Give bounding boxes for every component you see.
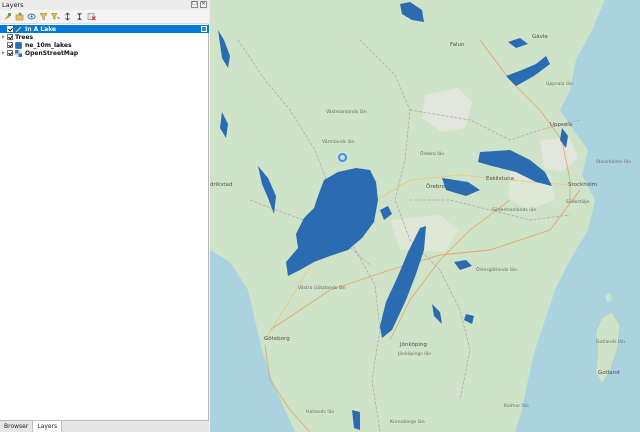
lake (380, 206, 392, 220)
layer-label: ne_10m_lakes (25, 41, 72, 49)
lake (220, 112, 228, 138)
lake (432, 304, 442, 324)
place-label: Gotland (598, 370, 620, 376)
layer-row-openstreetmap[interactable]: ▸ OpenStreetMap (0, 49, 209, 57)
lake (352, 410, 360, 430)
place-label: Södertälje (566, 200, 590, 205)
place-label: Örebro (426, 184, 445, 190)
lake (218, 30, 230, 68)
place-label: Värmlands län (322, 140, 355, 145)
float-panel-button[interactable]: ☐ (191, 1, 198, 8)
layer-row-trees[interactable]: ▸ Trees (0, 33, 209, 41)
dock-tabs: Browser Layers (0, 420, 209, 432)
layer-row-ne-10m-lakes[interactable]: ne_10m_lakes (0, 41, 209, 49)
layer-visibility-checkbox[interactable] (7, 50, 13, 56)
map-canvas[interactable]: Falun Gävle Uppsala län Uppsala Västmanl… (210, 0, 640, 432)
lake (258, 166, 276, 214)
tab-layers[interactable]: Layers (33, 421, 63, 432)
polygon-layer-icon (15, 41, 22, 49)
remove-layer-icon[interactable] (87, 12, 96, 21)
place-label: drikstad (210, 182, 233, 188)
place-label: Västmanlands län (326, 110, 367, 115)
expand-all-icon[interactable] (63, 12, 72, 21)
place-label: Östergötlands län (476, 268, 517, 273)
lake (400, 2, 424, 22)
panel-title: Layers (2, 1, 24, 9)
raster-layer-icon (15, 49, 22, 57)
place-label: Södermanlands län (492, 208, 537, 213)
panel-title-bar: Layers ☐ ✕ (0, 0, 209, 10)
place-label: Jönköping (400, 342, 427, 348)
place-label: Örebro län (420, 152, 445, 157)
layers-toolbar (0, 10, 209, 24)
place-label: Uppsala (550, 122, 573, 128)
manage-map-themes-icon[interactable] (27, 12, 36, 21)
urban-area (422, 88, 472, 132)
map-click-marker-icon (338, 153, 347, 162)
filter-legend-icon[interactable] (39, 12, 48, 21)
place-label: Västra Götalands län (298, 286, 346, 291)
place-label: Kalmar län (504, 404, 529, 409)
tab-browser[interactable]: Browser (0, 421, 34, 432)
layer-visibility-checkbox[interactable] (7, 34, 13, 40)
lake (464, 314, 474, 324)
lake (506, 56, 550, 86)
open-layer-styling-icon[interactable] (3, 12, 12, 21)
urban-area (540, 138, 578, 172)
filter-by-expression-icon[interactable] (51, 12, 60, 21)
lake (508, 38, 528, 48)
place-label: Falun (450, 42, 465, 48)
qgis-window: Layers ☐ ✕ In A Lake ▸ Trees ne_10m_lake… (0, 0, 640, 432)
baltic-sea (515, 0, 640, 432)
layer-row-in-a-lake[interactable]: In A Lake (0, 25, 209, 33)
close-panel-button[interactable]: ✕ (200, 1, 207, 8)
layer-label: Trees (15, 33, 34, 41)
collapse-all-icon[interactable] (75, 12, 84, 21)
lake-hjalmaren (442, 178, 480, 196)
layer-tree: In A Lake ▸ Trees ne_10m_lakes ▸ OpenStr… (0, 25, 209, 57)
place-label: Gävle (532, 34, 548, 40)
line-layer-icon (15, 26, 22, 32)
place-label: Stockholms län (596, 160, 632, 165)
layer-visibility-checkbox[interactable] (7, 42, 13, 48)
layer-visibility-checkbox[interactable] (7, 26, 13, 32)
layer-label: OpenStreetMap (25, 49, 79, 57)
lake (454, 260, 472, 270)
add-group-icon[interactable] (15, 12, 24, 21)
layer-label: In A Lake (25, 25, 57, 33)
place-label: Stockholm (568, 182, 597, 188)
place-label: Hallands län (306, 410, 335, 415)
place-label: Uppsala län (546, 82, 573, 87)
place-label: Eskilstuna (486, 176, 514, 182)
place-label: Jönköpings län (398, 352, 432, 357)
place-label: Gotlands län (596, 340, 625, 345)
layers-panel: Layers ☐ ✕ In A Lake ▸ Trees ne_10m_lake… (0, 0, 209, 432)
expand-chevron-icon[interactable]: ▸ (0, 34, 7, 40)
basemap-svg (210, 0, 640, 432)
layer-indicator-icon[interactable] (201, 26, 207, 32)
place-label: Göteborg (264, 336, 290, 342)
expand-chevron-icon[interactable]: ▸ (0, 50, 7, 56)
place-label: Kronobergs län (390, 420, 425, 425)
